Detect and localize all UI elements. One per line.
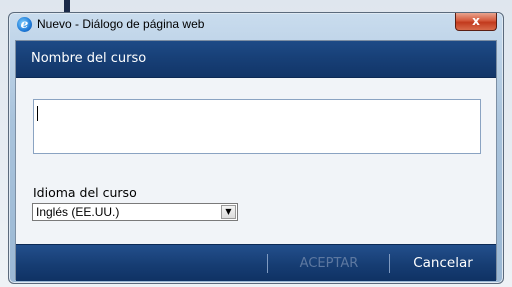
close-button[interactable]: x (455, 13, 497, 31)
dialog-window: e Nuevo - Diálogo de página web x Nombre… (8, 12, 504, 284)
dialog-footer: ACEPTAR Cancelar (16, 244, 496, 281)
title-bar[interactable]: e Nuevo - Diálogo de página web x (9, 13, 503, 35)
footer-separator (267, 254, 268, 273)
dialog-client: Nombre del curso Idioma del curso Inglés… (15, 40, 497, 281)
dialog-header: Nombre del curso (16, 41, 496, 78)
chevron-down-icon[interactable]: ▼ (221, 205, 236, 219)
footer-separator (389, 254, 390, 273)
language-select-value: Inglés (EE.UU.) (36, 205, 120, 219)
course-name-input[interactable] (33, 99, 481, 154)
accept-button[interactable]: ACEPTAR (269, 245, 389, 282)
text-caret (37, 106, 38, 121)
ie-icon: e (17, 17, 32, 32)
header-title: Nombre del curso (31, 51, 147, 66)
dialog-content: Idioma del curso Inglés (EE.UU.) ▼ (16, 78, 496, 244)
language-label: Idioma del curso (33, 185, 137, 200)
window-title: Nuevo - Diálogo de página web (37, 17, 205, 31)
language-select[interactable]: Inglés (EE.UU.) ▼ (32, 203, 238, 221)
cancel-button[interactable]: Cancelar (391, 245, 495, 282)
